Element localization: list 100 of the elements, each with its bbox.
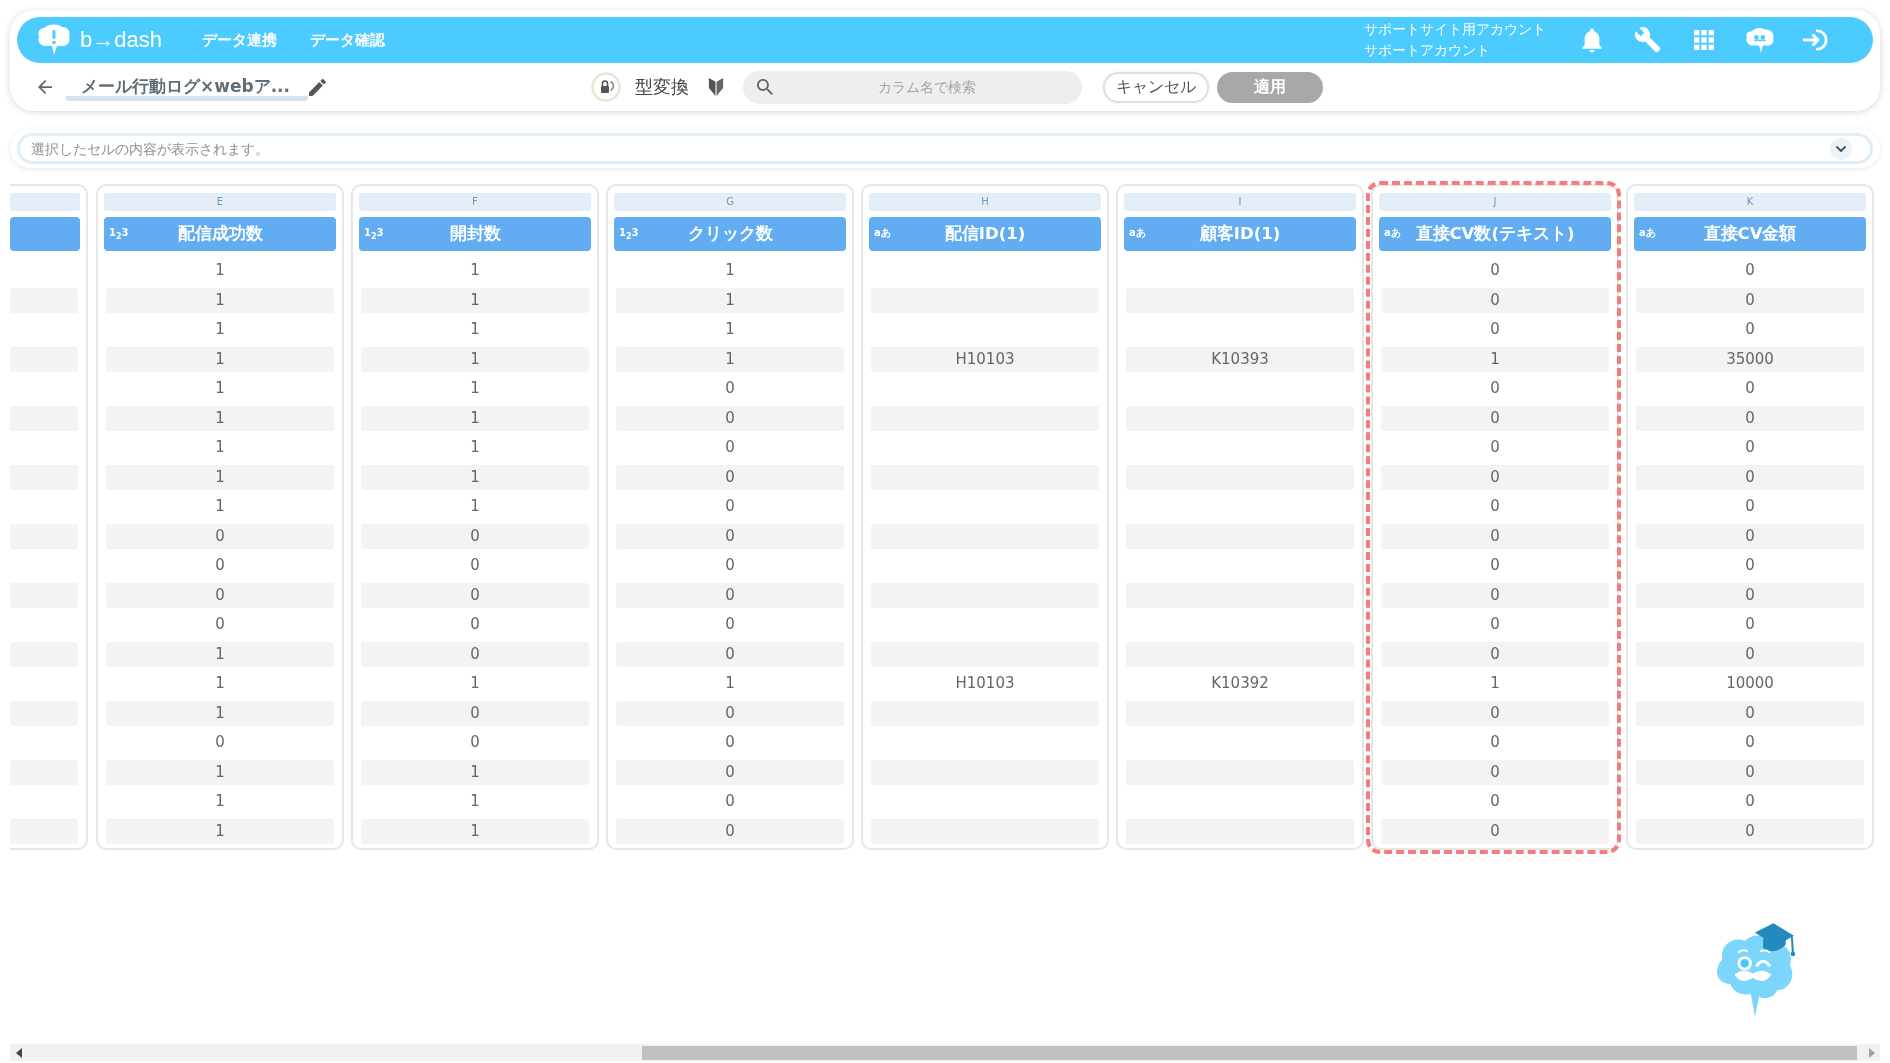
table-cell-text: 1 bbox=[724, 319, 736, 341]
chevron-down-icon[interactable] bbox=[1830, 137, 1852, 160]
table-cell: 1 bbox=[106, 759, 334, 785]
table-cell: 0 bbox=[1636, 287, 1864, 313]
column-title: 直接CV数(テキスト) bbox=[1415, 223, 1575, 245]
column-header[interactable]: aあ 配信ID(1) bbox=[869, 217, 1101, 251]
table-cell: 0 bbox=[1636, 405, 1864, 431]
shield-icon[interactable] bbox=[708, 77, 725, 97]
table-cell-text: 0 bbox=[1744, 555, 1756, 577]
table-cell: 0 bbox=[616, 523, 844, 549]
logout-icon[interactable] bbox=[1802, 27, 1830, 53]
column-letter: I bbox=[1124, 193, 1356, 211]
table-cell-text: 0 bbox=[724, 378, 736, 400]
column-letter: G bbox=[614, 193, 846, 211]
table-cell: 0 bbox=[1636, 582, 1864, 608]
back-arrow-icon[interactable] bbox=[38, 80, 52, 94]
table-cell: 1 bbox=[361, 818, 589, 844]
table-cell: 1 bbox=[106, 346, 334, 372]
type-label: 1$_{2}$3 bbox=[619, 226, 639, 240]
table-cell-text: 0 bbox=[724, 732, 736, 754]
notification-bell-icon[interactable] bbox=[1582, 27, 1602, 53]
apps-grid-icon[interactable] bbox=[1694, 30, 1714, 50]
type-label: aあ bbox=[1384, 226, 1401, 240]
column-header[interactable]: 1$_{2}$3 開封数 bbox=[359, 217, 591, 251]
column-header[interactable]: 1$_{2}$3 配信成功数 bbox=[104, 217, 336, 251]
table-cell-text: 10000 bbox=[1725, 673, 1775, 695]
horizontal-scrollbar[interactable] bbox=[10, 1044, 1880, 1061]
search-icon[interactable] bbox=[757, 79, 774, 95]
table-cell: 0 bbox=[1381, 700, 1609, 726]
table-cell-text: 1 bbox=[724, 673, 736, 695]
column-letter: H bbox=[869, 193, 1101, 211]
table-cell-text: 1 bbox=[469, 437, 481, 459]
search-field[interactable]: カラム名で検索 bbox=[743, 70, 1083, 104]
table-cell-text: 1 bbox=[214, 437, 226, 459]
column-title: 直接CV金額 bbox=[1703, 223, 1797, 245]
column-title: クリック数 bbox=[687, 223, 773, 245]
account-name-label: サポートアカウント bbox=[1364, 41, 1491, 60]
table-cell-text: 1 bbox=[469, 673, 481, 695]
table-cell-text: 0 bbox=[1489, 791, 1501, 813]
nav-link[interactable]: データ連携 bbox=[201, 30, 277, 50]
table-cell-text: 1 bbox=[214, 260, 226, 282]
table-cell: 0 bbox=[1636, 700, 1864, 726]
table-cell-text: 0 bbox=[1744, 732, 1756, 754]
account-site-label: サポートサイト用アカウント bbox=[1364, 20, 1546, 39]
table-cell: 1 bbox=[361, 759, 589, 785]
sheet-title-field[interactable]: メール行動ログ×webア... bbox=[66, 73, 309, 101]
table-cell-text: 0 bbox=[214, 614, 226, 636]
table-cell-text: 0 bbox=[1489, 437, 1501, 459]
table-cell-text: 1 bbox=[214, 791, 226, 813]
table-cell: 0 bbox=[1381, 287, 1609, 313]
table-cell-text: 0 bbox=[469, 555, 481, 577]
column-letter: K bbox=[1634, 193, 1866, 211]
table-cell-text: 0 bbox=[1744, 437, 1756, 459]
table-cell: 0 bbox=[106, 582, 334, 608]
table-cell: 1 bbox=[616, 287, 844, 313]
table-cell: 0 bbox=[1381, 818, 1609, 844]
logo-icon[interactable] bbox=[36, 24, 72, 56]
table-cell-text: 1 bbox=[469, 378, 481, 400]
table-cell-text: 1 bbox=[214, 378, 226, 400]
table-cell-text: 0 bbox=[724, 437, 736, 459]
table-cell: K10393 bbox=[1126, 346, 1354, 372]
column-header[interactable]: aあ 直接CV数(テキスト) bbox=[1379, 217, 1611, 251]
table-cell: 0 bbox=[1636, 464, 1864, 490]
table-cell-text: 0 bbox=[724, 614, 736, 636]
column-title: 配信成功数 bbox=[177, 223, 263, 245]
nav-link[interactable]: データ確認 bbox=[309, 30, 385, 50]
padlock-icon[interactable] bbox=[591, 72, 622, 102]
column-header[interactable]: 1$_{2}$3 クリック数 bbox=[614, 217, 846, 251]
cell-content-field[interactable]: 選択したセルの内容が表示されます。 bbox=[17, 133, 1873, 164]
table-cell: 1 bbox=[616, 346, 844, 372]
wrench-icon[interactable] bbox=[1635, 27, 1661, 53]
column-header[interactable]: aあ 直接CV金額 bbox=[1634, 217, 1866, 251]
scrollbar-thumb[interactable] bbox=[642, 1045, 1858, 1060]
table-cell: 0 bbox=[106, 523, 334, 549]
table-cell: 1 bbox=[106, 818, 334, 844]
table-cell: 0 bbox=[1381, 582, 1609, 608]
scroll-right-icon[interactable] bbox=[1868, 1047, 1875, 1058]
table-cell: 0 bbox=[1381, 641, 1609, 667]
table-cell: 35000 bbox=[1636, 346, 1864, 372]
table-cell: 1 bbox=[361, 346, 589, 372]
table-cell-text: 0 bbox=[1489, 555, 1501, 577]
table-cell-text: 0 bbox=[1744, 614, 1756, 636]
table-cell-text: 0 bbox=[214, 555, 226, 577]
scroll-left-icon[interactable] bbox=[15, 1047, 22, 1058]
table-cell-text: 1 bbox=[724, 260, 736, 282]
table-cell: 0 bbox=[1636, 759, 1864, 785]
pencil-icon[interactable] bbox=[309, 78, 327, 96]
table-cell: 0 bbox=[361, 641, 589, 667]
table-cell: 1 bbox=[1381, 346, 1609, 372]
table-cell-text: 0 bbox=[1489, 260, 1501, 282]
column-letter: J bbox=[1379, 193, 1611, 211]
column-title: 配信ID(1) bbox=[944, 223, 1026, 245]
speech-bubble-icon[interactable] bbox=[1745, 26, 1775, 54]
table-cell-text: 0 bbox=[469, 732, 481, 754]
type-label: 1$_{2}$3 bbox=[109, 226, 129, 240]
table-cell-text: 0 bbox=[1744, 319, 1756, 341]
cancel-button[interactable]: キャンセル bbox=[1103, 71, 1210, 103]
column-header[interactable]: aあ 顧客ID(1) bbox=[1124, 217, 1356, 251]
table-cell: 0 bbox=[1636, 523, 1864, 549]
column-title: 開封数 bbox=[449, 223, 501, 245]
